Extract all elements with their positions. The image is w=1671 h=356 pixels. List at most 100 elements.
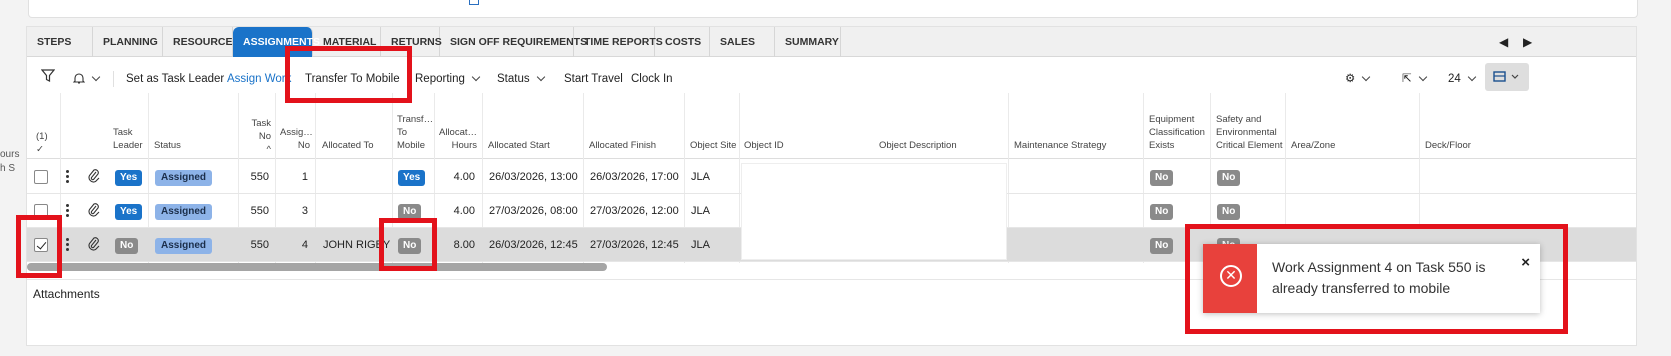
- top-panel: [28, 0, 1638, 18]
- page-size-select[interactable]: 24: [1448, 63, 1477, 95]
- error-circle-x-icon: ✕: [1220, 265, 1242, 287]
- tab-time-reports[interactable]: TIME REPORTS: [574, 27, 663, 57]
- chevron-down-icon: [536, 72, 545, 82]
- clock-in-button[interactable]: Clock In: [631, 63, 673, 95]
- equip-badge: No: [1150, 170, 1174, 186]
- header-task-no[interactable]: Task No ^: [245, 117, 271, 156]
- status-cell: Assigned: [155, 194, 213, 228]
- start-travel-button[interactable]: Start Travel: [564, 63, 623, 95]
- gear-icon: ⚙: [1345, 73, 1356, 85]
- assign-work-button[interactable]: Assign Work: [227, 63, 291, 95]
- attachments-label[interactable]: Attachments: [33, 287, 100, 301]
- row-more-icon[interactable]: [66, 169, 70, 185]
- start-cell: 27/03/2026, 08:00: [489, 205, 578, 217]
- start-cell: 26/03/2026, 13:00: [489, 171, 578, 183]
- finish-cell: 26/03/2026, 17:00: [590, 171, 679, 183]
- status-menu[interactable]: Status: [497, 63, 545, 95]
- header-assignment-no[interactable]: Assig… No: [280, 126, 313, 152]
- safety-badge: No: [1217, 170, 1241, 186]
- set-as-task-leader-button[interactable]: Set as Task Leader: [126, 63, 224, 95]
- table-view-button[interactable]: [1485, 63, 1529, 91]
- start-cell: 26/03/2026, 12:45: [489, 239, 578, 251]
- row-checkbox[interactable]: [34, 170, 48, 184]
- site-cell: JLA: [691, 171, 710, 183]
- task-leader-cell: Yes: [115, 194, 143, 228]
- settings-menu[interactable]: ⚙: [1345, 63, 1371, 95]
- highlight-row-checkbox: [16, 215, 62, 278]
- header-equipment-classification[interactable]: Equipment Classification Exists: [1149, 113, 1205, 152]
- transfer-cell: Yes: [398, 160, 426, 194]
- task-leader-badge: Yes: [115, 170, 143, 186]
- row-more-icon[interactable]: [66, 237, 70, 253]
- header-safety-environmental[interactable]: Safety and Environmental Critical Elemen…: [1216, 113, 1283, 152]
- header-object-site[interactable]: Object Site: [690, 139, 736, 152]
- tab-steps[interactable]: STEPS: [27, 27, 93, 57]
- row-more-icon[interactable]: [66, 203, 70, 219]
- status-badge: Assigned: [155, 204, 213, 220]
- header-status[interactable]: Status: [154, 139, 181, 152]
- task-leader-cell: No: [115, 228, 139, 262]
- header-allocated-hours[interactable]: Allocat… Hours: [439, 126, 477, 152]
- header-area-zone[interactable]: Area/Zone: [1291, 139, 1335, 152]
- export-icon: ⇱: [1402, 73, 1412, 85]
- task-leader-badge: No: [115, 238, 139, 254]
- header-object-description[interactable]: Object Description: [879, 139, 957, 152]
- header-maintenance-strategy[interactable]: Maintenance Strategy: [1014, 139, 1106, 152]
- chevron-down-icon: [471, 72, 481, 82]
- status-badge: Assigned: [155, 170, 213, 186]
- hours-cell: 4.00: [453, 205, 475, 217]
- header-allocated-to[interactable]: Allocated To: [322, 139, 374, 152]
- export-menu[interactable]: ⇱: [1402, 63, 1427, 95]
- hours-cell: 8.00: [453, 239, 475, 251]
- document-icon[interactable]: [469, 0, 479, 5]
- tab-planning[interactable]: PLANNING: [93, 27, 163, 57]
- close-icon[interactable]: ×: [1521, 254, 1530, 271]
- equip-cell: No: [1150, 160, 1174, 194]
- chevron-down-icon: [1467, 72, 1477, 82]
- tab-scroll-right-icon[interactable]: ▶: [1523, 27, 1532, 57]
- finish-cell: 27/03/2026, 12:00: [590, 205, 679, 217]
- tab-summary[interactable]: SUMMARY: [775, 27, 841, 57]
- highlight-transfer-to-mobile: [285, 46, 412, 103]
- chevron-down-icon: [1418, 72, 1427, 82]
- transfer-badge: Yes: [398, 170, 426, 186]
- reporting-menu[interactable]: Reporting: [415, 63, 481, 95]
- safety-cell: No: [1217, 194, 1241, 228]
- horizontal-scrollbar[interactable]: [27, 263, 607, 271]
- filter-icon[interactable]: [40, 63, 56, 95]
- paperclip-icon[interactable]: [88, 237, 100, 254]
- chevron-down-icon: [91, 72, 101, 82]
- equip-badge: No: [1150, 204, 1174, 220]
- equip-badge: No: [1150, 238, 1174, 254]
- toast-message: Work Assignment 4 on Task 550 is already…: [1272, 259, 1486, 296]
- finish-cell: 27/03/2026, 12:45: [590, 239, 679, 251]
- table-header: (1) ✓ Task Leader Status Task No ^ Assig… …: [27, 93, 1636, 159]
- header-select-all[interactable]: (1) ✓: [36, 130, 48, 156]
- task-leader-cell: Yes: [115, 160, 143, 194]
- header-deck-floor[interactable]: Deck/Floor: [1425, 139, 1471, 152]
- task-leader-badge: Yes: [115, 204, 143, 220]
- safety-cell: No: [1217, 160, 1241, 194]
- paperclip-icon[interactable]: [88, 203, 100, 220]
- tab-costs[interactable]: COSTS: [655, 27, 710, 57]
- header-object-id[interactable]: Object ID: [744, 139, 784, 152]
- paperclip-icon[interactable]: [88, 169, 100, 186]
- tab-sign-off-requirements[interactable]: SIGN OFF REQUIREMENTS: [440, 27, 587, 57]
- tab-resources[interactable]: RESOURCES: [163, 27, 240, 57]
- notification-bell-icon[interactable]: [72, 63, 101, 95]
- error-toast: ✕ Work Assignment 4 on Task 550 is alrea…: [1203, 244, 1540, 313]
- clipped-left-text: ours h S: [0, 149, 20, 174]
- tab-sales[interactable]: SALES: [710, 27, 775, 57]
- assignment-no-cell: 4: [301, 239, 308, 251]
- divider: [113, 71, 114, 87]
- header-allocated-finish[interactable]: Allocated Finish: [589, 139, 656, 152]
- header-allocated-start[interactable]: Allocated Start: [488, 139, 550, 152]
- chevron-down-icon: [1362, 72, 1371, 82]
- header-transfer-to-mobile[interactable]: Transf… To Mobile: [397, 113, 433, 152]
- tab-bar: STEPS PLANNING RESOURCES ASSIGNMENTS MAT…: [27, 27, 1636, 57]
- hours-cell: 4.00: [453, 171, 475, 183]
- tab-scroll-left-icon[interactable]: ◀: [1499, 27, 1508, 57]
- equip-cell: No: [1150, 228, 1174, 262]
- header-task-leader[interactable]: Task Leader: [113, 126, 143, 152]
- toast-error-strip: ✕: [1203, 244, 1257, 313]
